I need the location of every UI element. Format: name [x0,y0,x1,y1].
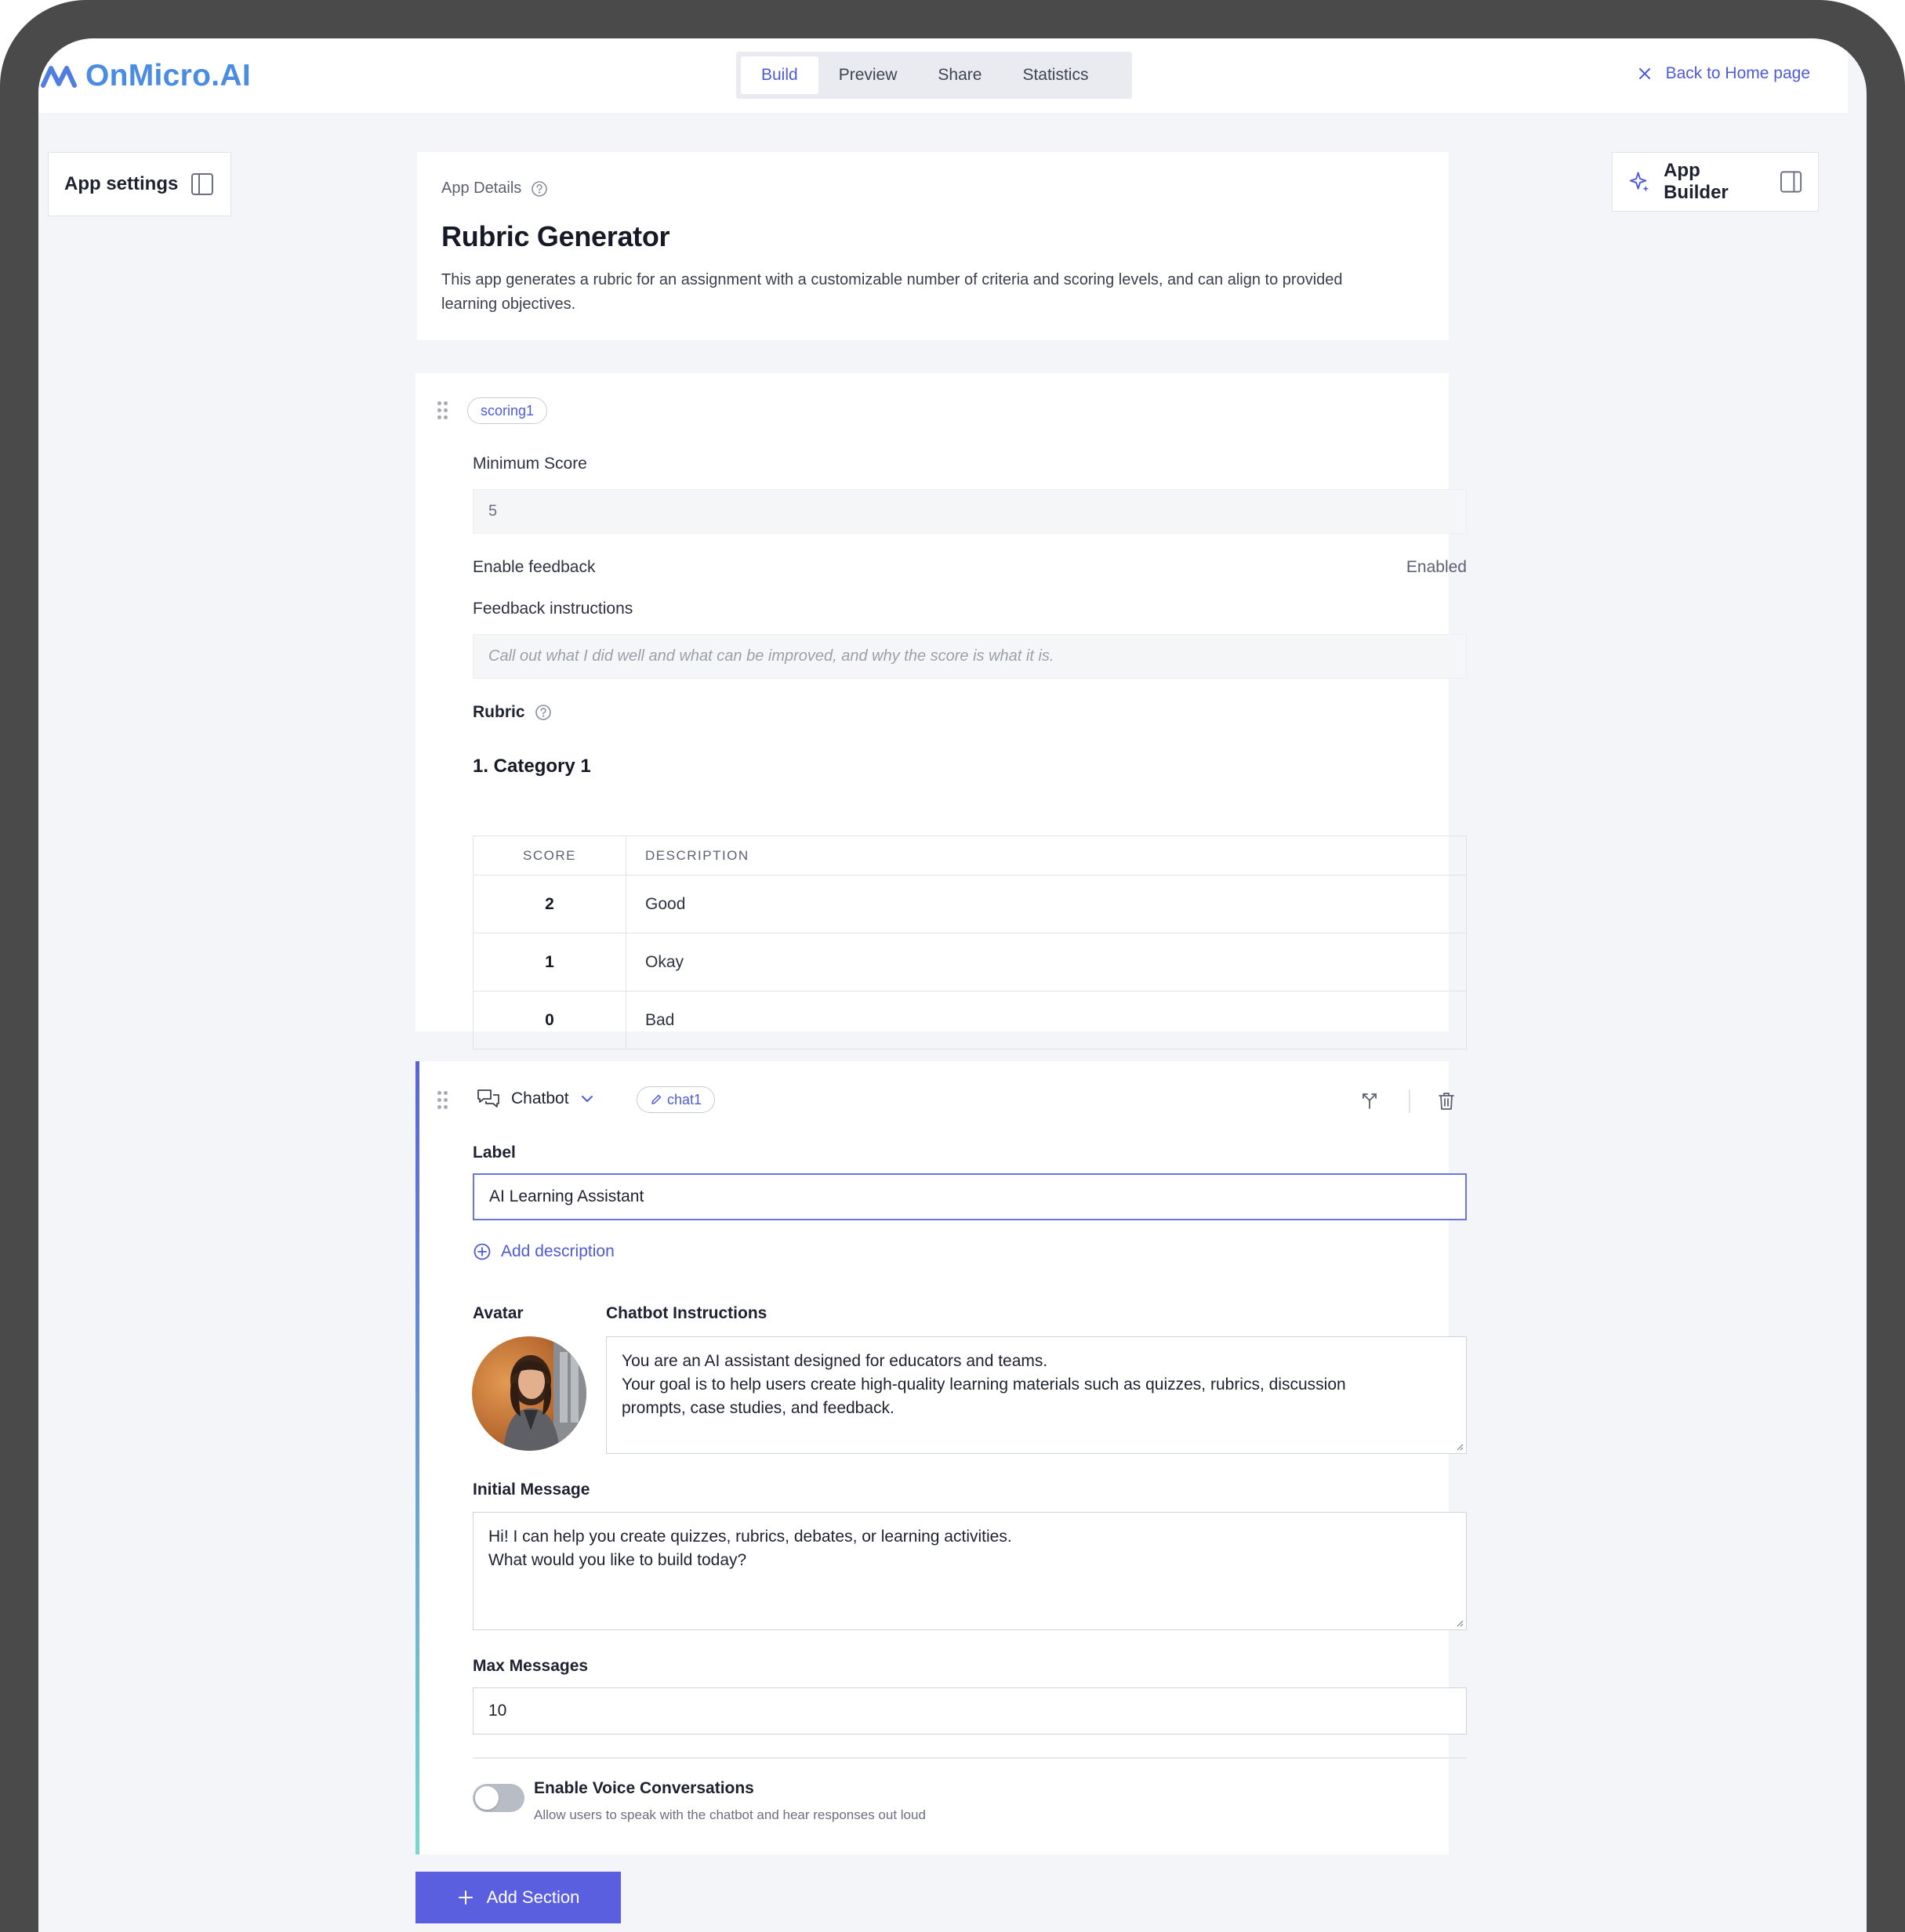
rubric-label: Rubric [473,703,525,721]
resize-handle-icon[interactable] [1454,1441,1464,1451]
trash-icon[interactable] [1437,1091,1456,1111]
description-cell: Okay [626,933,1467,991]
toolbar-divider [1409,1089,1410,1113]
help-icon[interactable] [535,704,552,721]
enable-feedback-value: Enabled [1406,558,1467,576]
sparkle-icon [1629,172,1649,192]
chatbot-tag[interactable]: chat1 [637,1086,716,1113]
chatbot-section-card: Chatbot chat1 Label AI Learning Assistan… [415,1061,1467,1854]
table-header-row: SCORE DESCRIPTION [473,836,1467,875]
instructions-line: prompts, case studies, and feedback. [622,1399,894,1417]
section-accent-bar [415,1061,419,1854]
initial-message-line: Hi! I can help you create quizzes, rubri… [488,1528,1012,1546]
rubric-header: Rubric [473,703,552,722]
back-link-label: Back to Home page [1665,64,1810,82]
top-bar: OnMicro.AI Build Preview Share Statistic… [38,38,1848,113]
scoring-section-card: scoring1 Minimum Score 5 Enable feedback… [415,373,1467,1049]
app-details-label: App Details [441,179,522,197]
score-cell: 2 [473,875,626,933]
app-settings-button[interactable]: App settings [48,152,231,216]
scoring-tag[interactable]: scoring1 [467,397,548,424]
rubric-table: SCORE DESCRIPTION 2 Good 1 Okay 0 Bad [473,836,1467,1049]
avatar[interactable] [472,1336,586,1451]
resize-handle-icon[interactable] [1454,1618,1464,1627]
app-screen: OnMicro.AI Build Preview Share Statistic… [38,38,1867,1932]
description-column-header: DESCRIPTION [626,836,1467,875]
feedback-instructions-field: Call out what I did well and what can be… [473,634,1467,679]
logo-text: OnMicro.AI [85,59,252,92]
feedback-instructions-label: Feedback instructions [473,600,633,618]
sidebar-panel-icon [191,173,214,195]
voice-subtitle: Allow users to speak with the chatbot an… [534,1807,926,1822]
device-frame: OnMicro.AI Build Preview Share Statistic… [0,0,1905,1932]
score-cell: 1 [473,933,626,991]
initial-message-label: Initial Message [473,1481,590,1499]
logo-icon [41,66,77,88]
view-tabs: Build Preview Share Statistics [736,52,1132,99]
chevron-down-icon [581,1096,593,1102]
plus-circle-icon [474,1243,491,1260]
pencil-icon [651,1094,662,1104]
toggle-knob [475,1786,499,1810]
app-details-card: App Details Rubric Generator This app ge… [417,152,1449,340]
initial-message-line: What would you like to build today? [488,1551,747,1569]
voice-toggle[interactable] [473,1784,524,1812]
description-cell: Bad [626,991,1467,1049]
score-cell: 0 [473,991,626,1049]
sidebar-panel-icon [1780,171,1802,193]
help-icon[interactable] [531,180,548,198]
label-field-label: Label [473,1144,516,1162]
max-messages-input[interactable]: 10 [473,1687,1467,1734]
category-title: 1. Category 1 [473,756,591,777]
chatbot-tag-label: chat1 [667,1091,702,1107]
table-row: 2 Good [473,875,1467,933]
app-description: This app generates a rubric for an assig… [441,271,1343,313]
avatar-label: Avatar [473,1304,524,1322]
tab-build[interactable]: Build [741,56,818,94]
table-row: 0 Bad [473,991,1467,1049]
back-to-home-link[interactable]: Back to Home page [1638,64,1810,83]
section-type-selector[interactable]: Chatbot [477,1088,594,1110]
add-section-button[interactable]: Add Section [415,1872,621,1923]
section-type-label: Chatbot [511,1089,569,1107]
tab-share[interactable]: Share [917,56,1002,94]
merge-icon[interactable] [1359,1091,1380,1111]
tab-statistics[interactable]: Statistics [1002,56,1109,94]
scoring-tag-label: scoring1 [481,402,535,419]
enable-feedback-label: Enable feedback [473,558,596,576]
logo[interactable]: OnMicro.AI [40,59,251,93]
app-builder-button[interactable]: App Builder [1612,152,1819,212]
minimum-score-label: Minimum Score [473,455,587,473]
instructions-line: Your goal is to help users create high-q… [622,1376,1346,1394]
description-cell: Good [626,875,1467,933]
add-description-label: Add description [501,1242,615,1260]
app-details-header: App Details [441,179,1424,198]
app-settings-label: App settings [64,173,179,194]
app-builder-label: App Builder [1664,160,1729,203]
instructions-line: You are an AI assistant designed for edu… [622,1352,1048,1370]
app-title: Rubric Generator [441,220,670,252]
label-input[interactable]: AI Learning Assistant [473,1173,1467,1220]
voice-title: Enable Voice Conversations [534,1779,754,1797]
initial-message-textarea[interactable]: Hi! I can help you create quizzes, rubri… [473,1512,1467,1630]
chatbot-instructions-label: Chatbot Instructions [606,1304,767,1322]
tab-preview[interactable]: Preview [818,56,918,94]
chatbot-instructions-textarea[interactable]: You are an AI assistant designed for edu… [606,1336,1467,1454]
add-description-button[interactable]: Add description [473,1242,615,1261]
table-row: 1 Okay [473,933,1467,991]
divider [473,1757,1467,1759]
add-section-label: Add Section [486,1887,580,1907]
chat-bubbles-icon [477,1089,499,1107]
max-messages-label: Max Messages [473,1657,589,1675]
plus-icon [458,1890,473,1905]
minimum-score-field: 5 [473,489,1467,534]
close-icon [1638,68,1650,79]
drag-handle-icon[interactable] [437,401,448,420]
score-column-header: SCORE [473,836,626,875]
drag-handle-icon[interactable] [437,1091,448,1110]
